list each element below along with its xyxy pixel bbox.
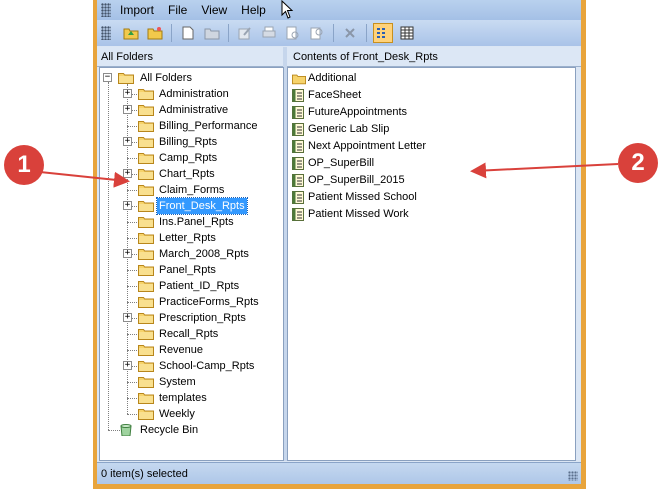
callout-badge-1: 1: [4, 145, 44, 185]
callout-arrows: [39, 162, 619, 188]
callout-badge-2: 2: [618, 143, 658, 183]
callout-1-arrow: [39, 171, 130, 188]
callout-2-arrow: [470, 162, 619, 179]
